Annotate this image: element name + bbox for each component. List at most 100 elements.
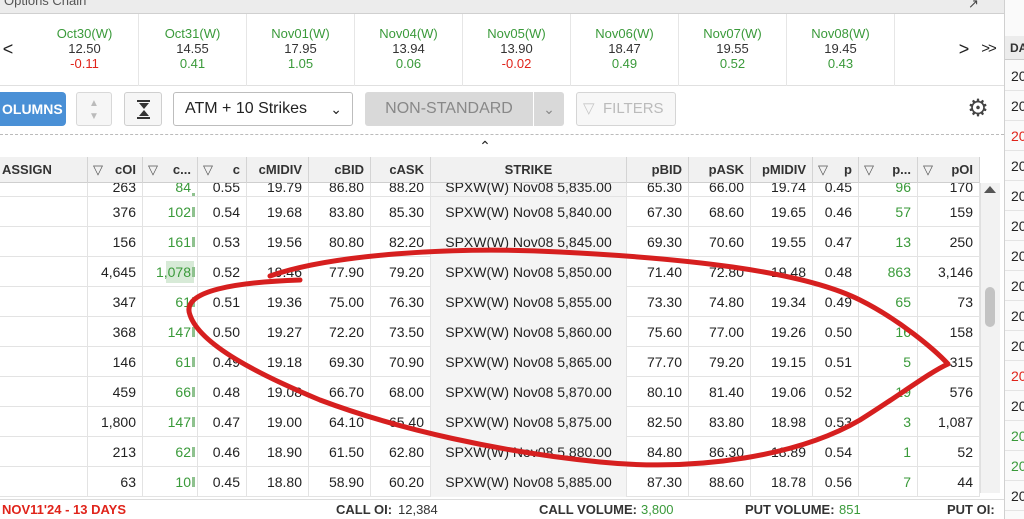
- col-header-assign[interactable]: ASSIGN: [0, 157, 88, 183]
- side-panel-item[interactable]: 20: [1005, 271, 1024, 301]
- cell-cbid[interactable]: 80.80: [309, 227, 371, 257]
- table-row[interactable]: 146 61 0.49 19.18 69.30 70.90 SPXW(W) Nov08 5,…: [0, 347, 980, 377]
- cell-assign[interactable]: [0, 347, 88, 377]
- gear-icon[interactable]: ⚙: [964, 94, 992, 124]
- cell-cbid[interactable]: 64.10: [309, 407, 371, 437]
- cell-strike[interactable]: SPXW(W) Nov08 5,865.00: [431, 347, 627, 377]
- col-header-cvol[interactable]: ▽ c...: [143, 157, 198, 183]
- col-header-coi[interactable]: ▽ cOI: [88, 157, 143, 183]
- non-standard-dropdown[interactable]: ⌄: [534, 92, 564, 126]
- cell-cmidiv[interactable]: 19.18: [247, 347, 309, 377]
- side-panel-item[interactable]: 20: [1005, 91, 1024, 121]
- cell-assign[interactable]: [0, 377, 88, 407]
- col-header-pbid[interactable]: pBID: [627, 157, 689, 183]
- filter-icon[interactable]: ▽: [818, 157, 828, 183]
- cell-cdelta[interactable]: 0.51: [198, 287, 247, 317]
- side-panel-item[interactable]: 20: [1005, 421, 1024, 451]
- cell-strike[interactable]: SPXW(W) Nov08 5,880.00: [431, 437, 627, 467]
- non-standard-button[interactable]: NON-STANDARD: [365, 92, 533, 126]
- col-header-strike[interactable]: STRIKE: [431, 157, 627, 183]
- cell-cbid[interactable]: 86.80: [309, 183, 371, 196]
- cell-cask[interactable]: 70.90: [371, 347, 431, 377]
- side-panel-item[interactable]: 20: [1005, 451, 1024, 481]
- cell-pmidiv[interactable]: 18.89: [751, 437, 813, 467]
- cell-cask[interactable]: 76.30: [371, 287, 431, 317]
- cell-coi[interactable]: 156: [88, 227, 143, 257]
- cell-pvol[interactable]: 16: [859, 317, 918, 347]
- cell-cbid[interactable]: 69.30: [309, 347, 371, 377]
- cell-pask[interactable]: 86.30: [689, 437, 751, 467]
- cell-pask[interactable]: 77.00: [689, 317, 751, 347]
- prev-expiration-button[interactable]: <: [0, 34, 16, 64]
- table-row[interactable]: 368 147 0.50 19.27 72.20 73.50 SPXW(W) Nov08 5…: [0, 317, 980, 347]
- expiration-tab[interactable]: Nov05(W) 13.90 -0.02: [463, 14, 571, 86]
- cell-cask[interactable]: 68.00: [371, 377, 431, 407]
- cell-pmidiv[interactable]: 19.34: [751, 287, 813, 317]
- sort-toggle-button[interactable]: ▲ ▼: [76, 92, 112, 126]
- cell-poi[interactable]: 315: [918, 347, 980, 377]
- cell-pbid[interactable]: 67.30: [627, 197, 689, 227]
- cell-coi[interactable]: 4,645: [88, 257, 143, 287]
- cell-cask[interactable]: 62.80: [371, 437, 431, 467]
- cell-pbid[interactable]: 65.30: [627, 183, 689, 196]
- cell-pdelta[interactable]: 0.51: [813, 347, 859, 377]
- cell-pvol[interactable]: 3: [859, 407, 918, 437]
- cell-pbid[interactable]: 71.40: [627, 257, 689, 287]
- cell-strike[interactable]: SPXW(W) Nov08 5,845.00: [431, 227, 627, 257]
- cell-pask[interactable]: 83.80: [689, 407, 751, 437]
- cell-pdelta[interactable]: 0.54: [813, 437, 859, 467]
- cell-cmidiv[interactable]: 19.68: [247, 197, 309, 227]
- cell-pbid[interactable]: 80.10: [627, 377, 689, 407]
- table-row[interactable]: 459 66 0.48 19.08 66.70 68.00 SPXW(W) Nov08 5,…: [0, 377, 980, 407]
- cell-cbid[interactable]: 75.00: [309, 287, 371, 317]
- cell-cask[interactable]: 82.20: [371, 227, 431, 257]
- side-panel-item[interactable]: 20: [1005, 301, 1024, 331]
- cell-cbid[interactable]: 72.20: [309, 317, 371, 347]
- cell-cvol[interactable]: 61: [143, 347, 198, 377]
- side-panel-item[interactable]: 20: [1005, 211, 1024, 241]
- cell-pdelta[interactable]: 0.53: [813, 407, 859, 437]
- cell-pvol[interactable]: 1: [859, 437, 918, 467]
- cell-cask[interactable]: 65.40: [371, 407, 431, 437]
- cell-poi[interactable]: 73: [918, 287, 980, 317]
- cell-poi[interactable]: 170: [918, 183, 980, 196]
- cell-cvol[interactable]: 161: [143, 227, 198, 257]
- cell-cmidiv[interactable]: 19.46: [247, 257, 309, 287]
- expiration-tab[interactable]: Nov06(W) 18.47 0.49: [571, 14, 679, 86]
- cell-pdelta[interactable]: 0.50: [813, 317, 859, 347]
- cell-cvol[interactable]: 84: [143, 183, 198, 196]
- table-row[interactable]: 4,645 1,078 0.52 19.46 77.90 79.20 SPXW(W) Nov…: [0, 257, 980, 287]
- col-header-c[interactable]: ▽ c: [198, 157, 247, 183]
- expiration-tab[interactable]: Oct31(W) 14.55 0.41: [139, 14, 247, 86]
- cell-strike[interactable]: SPXW(W) Nov08 5,835.00: [431, 183, 627, 196]
- cell-poi[interactable]: 44: [918, 467, 980, 497]
- cell-cmidiv[interactable]: 19.00: [247, 407, 309, 437]
- side-panel-item[interactable]: 20: [1005, 61, 1024, 91]
- cell-cvol[interactable]: 62: [143, 437, 198, 467]
- filters-button[interactable]: ▽ FILTERS: [576, 92, 676, 126]
- side-panel-item[interactable]: 20: [1005, 151, 1024, 181]
- cell-pbid[interactable]: 82.50: [627, 407, 689, 437]
- cell-assign[interactable]: [0, 287, 88, 317]
- cell-cdelta[interactable]: 0.47: [198, 407, 247, 437]
- cell-pdelta[interactable]: 0.49: [813, 287, 859, 317]
- filter-icon[interactable]: ▽: [923, 157, 933, 183]
- cell-pbid[interactable]: 77.70: [627, 347, 689, 377]
- cell-cmidiv[interactable]: 19.27: [247, 317, 309, 347]
- cell-cask[interactable]: 85.30: [371, 197, 431, 227]
- cell-poi[interactable]: 52: [918, 437, 980, 467]
- side-panel-item[interactable]: 20: [1005, 391, 1024, 421]
- expiration-tab[interactable]: Nov01(W) 17.95 1.05: [247, 14, 355, 86]
- cell-pmidiv[interactable]: 19.06: [751, 377, 813, 407]
- col-header-p[interactable]: ▽ p: [813, 157, 859, 183]
- table-row[interactable]: 213 62 0.46 18.90 61.50 62.80 SPXW(W) Nov08 5,…: [0, 437, 980, 467]
- cell-pbid[interactable]: 73.30: [627, 287, 689, 317]
- cell-pmidiv[interactable]: 19.48: [751, 257, 813, 287]
- expiration-tab[interactable]: Nov07(W) 19.55 0.52: [679, 14, 787, 86]
- cell-coi[interactable]: 1,800: [88, 407, 143, 437]
- cell-cdelta[interactable]: 0.46: [198, 437, 247, 467]
- cell-pvol[interactable]: 863: [859, 257, 918, 287]
- cell-pdelta[interactable]: 0.52: [813, 377, 859, 407]
- cell-pvol[interactable]: 65: [859, 287, 918, 317]
- col-header-cbid[interactable]: cBID: [309, 157, 371, 183]
